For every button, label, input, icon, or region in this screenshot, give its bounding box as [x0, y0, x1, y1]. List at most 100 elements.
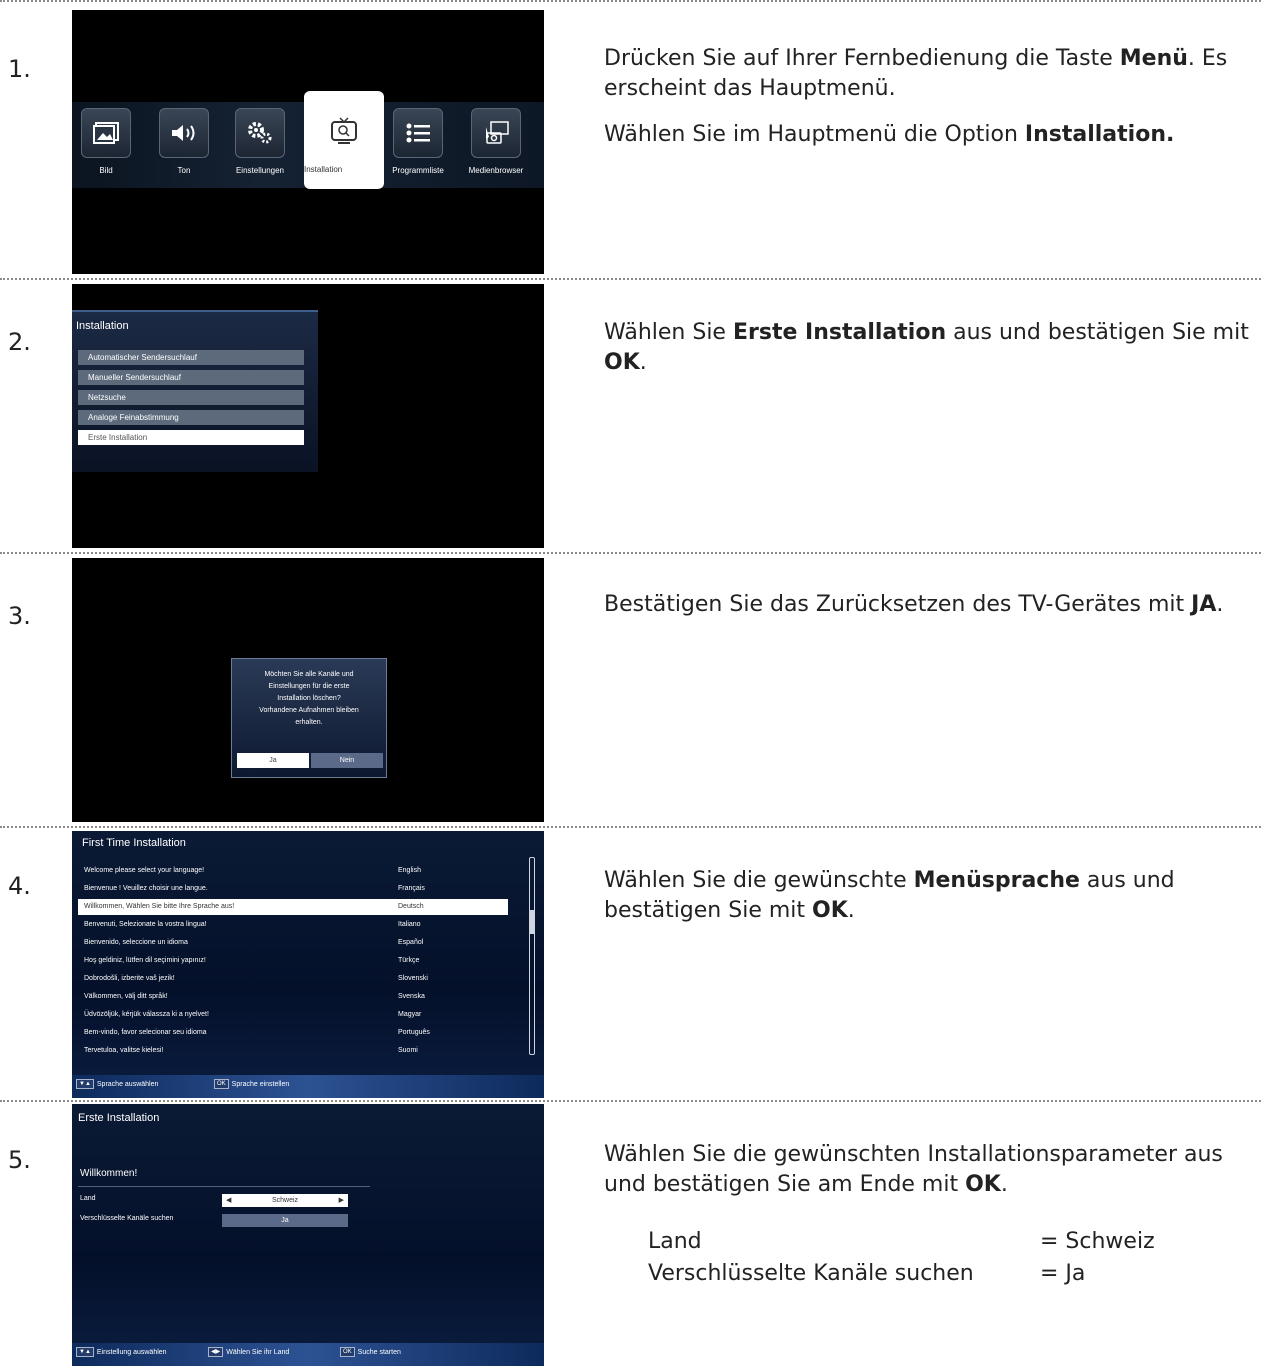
left-right-key-icon: ◀▶ — [208, 1347, 224, 1357]
step-number: 5. — [8, 1146, 31, 1174]
menu-item-ton: Ton — [156, 108, 212, 175]
language-greeting: Bienvenue ! Veuillez choisir une langue. — [84, 885, 208, 892]
language-name: English — [398, 867, 421, 874]
footer-label: Sprache auswählen — [96, 1080, 159, 1088]
footer-label: Wählen Sie ihr Land — [226, 1348, 290, 1356]
media-icon — [471, 108, 521, 158]
menu-label: Einstellungen — [235, 166, 285, 175]
installation-panel: Installation Automatischer Sendersuchlau… — [72, 310, 318, 472]
desc-paragraph: Drücken Sie auf Ihrer Fernbedienung die … — [604, 44, 1254, 104]
field-label: Land — [80, 1195, 96, 1202]
country-value: Schweiz — [271, 1197, 299, 1204]
desc-text: . — [1000, 1172, 1008, 1197]
up-down-key-icon: ▼▲ — [76, 1347, 94, 1357]
footer-label: Sprache einstellen — [231, 1080, 290, 1088]
arrow-left-icon: ◀ — [226, 1197, 232, 1204]
separator — [0, 278, 1261, 280]
tv-screenshot-main-menu: Bild Ton Einstellungen Installation Prog… — [72, 10, 544, 274]
step-number: 2. — [8, 328, 31, 356]
tv-search-icon — [320, 107, 368, 155]
language-greeting: Välkommen, välj ditt språk! — [84, 993, 168, 1000]
dialog-text: Möchten Sie alle Kanäle und Einstellunge… — [236, 669, 382, 729]
language-name: Suomi — [398, 1047, 418, 1054]
desc-text: Wählen Sie die gewünschten Installations… — [604, 1142, 1223, 1197]
desc-bold: JA — [1191, 592, 1217, 617]
desc-paragraph: Wählen Sie die gewünschten Installations… — [604, 1140, 1254, 1200]
language-row: Dobrodošli, izberite vaš jezik! Slovenski — [78, 971, 508, 987]
desc-bold: OK — [604, 350, 640, 375]
language-greeting: Bem-vindo, favor selecionar seu idioma — [84, 1029, 207, 1036]
language-name: Svenska — [398, 993, 425, 1000]
menu-label: Bild — [99, 166, 113, 175]
menu-label: Ton — [177, 166, 191, 175]
ok-key-icon: OK — [340, 1347, 355, 1357]
language-greeting: Üdvözöljük, kérjük válassza ki a nyelvet… — [84, 1011, 209, 1018]
footer-hint: ▼▲ Sprache auswählen — [76, 1079, 158, 1089]
desc-text: aus und bestätigen Sie mit — [946, 320, 1249, 345]
param-name: Land — [648, 1229, 702, 1254]
panel-title: Installation — [76, 320, 129, 332]
desc-paragraph: Wählen Sie die gewünschte Menüsprache au… — [604, 866, 1254, 926]
encrypted-channels-value: Ja — [222, 1214, 348, 1227]
desc-text: . — [1216, 592, 1224, 617]
menu-label: Installation — [304, 165, 343, 174]
desc-bold: Installation. — [1024, 122, 1175, 147]
language-greeting: Dobrodošli, izberite vaš jezik! — [84, 975, 175, 982]
menu-item-medienbrowser: Medienbrowser — [468, 108, 524, 175]
menu-item-installation-selected: Installation — [304, 91, 384, 189]
desc-text: Drücken Sie auf Ihrer Fernbedienung die … — [604, 46, 1120, 71]
desc-paragraph: Wählen Sie im Hauptmenü die Option Insta… — [604, 120, 1254, 150]
language-name: Magyar — [398, 1011, 422, 1018]
footer-label: Einstellung auswählen — [96, 1348, 167, 1356]
screen-title: First Time Installation — [82, 837, 186, 849]
footer-hint: ▼▲ Einstellung auswählen — [76, 1347, 167, 1357]
step-description: Drücken Sie auf Ihrer Fernbedienung die … — [604, 44, 1254, 166]
footer-hint: OK Suche starten — [340, 1347, 401, 1357]
language-greeting: Benvenuti, Selezionate la vostra lingua! — [84, 921, 207, 928]
step-number: 1. — [8, 55, 31, 83]
language-name: Deutsch — [398, 903, 424, 910]
dialog-line: Vorhandene Aufnahmen bleiben — [259, 707, 359, 714]
step-description: Bestätigen Sie das Zurücksetzen des TV-G… — [604, 590, 1261, 636]
step-number: 3. — [8, 602, 31, 630]
separator — [0, 1100, 1261, 1102]
language-row: Hoş geldiniz, lütfen dil seçimini yapını… — [78, 953, 508, 969]
dialog-no-button: Nein — [311, 753, 383, 768]
desc-bold: OK — [812, 898, 848, 923]
dialog-line: Möchten Sie alle Kanäle und — [264, 671, 354, 678]
menu-item-bild: Bild — [78, 108, 134, 175]
tv-screenshot-language-select: First Time Installation Welcome please s… — [72, 831, 544, 1098]
step-number: 4. — [8, 872, 31, 900]
language-row: Tervetuloa, valitse kielesi! Suomi — [78, 1043, 508, 1059]
desc-text: Wählen Sie im Hauptmenü die Option — [604, 122, 1025, 147]
param-name: Verschlüsselte Kanäle suchen — [648, 1261, 974, 1286]
step-description: Wählen Sie Erste Installation aus und be… — [604, 318, 1254, 394]
language-greeting: Willkommen, Wählen Sie bitte Ihre Sprach… — [84, 903, 235, 910]
language-row: Üdvözöljük, kérjük válassza ki a nyelvet… — [78, 1007, 508, 1023]
language-row: Bienvenue ! Veuillez choisir une langue.… — [78, 881, 508, 897]
step-description: Wählen Sie die gewünschte Menüsprache au… — [604, 866, 1254, 942]
language-name: Slovenski — [398, 975, 428, 982]
separator — [0, 826, 1261, 828]
scrollbar-thumb — [530, 910, 534, 934]
arrow-right-icon: ▶ — [338, 1197, 344, 1204]
list-icon — [393, 108, 443, 158]
menu-option-selected: Erste Installation — [78, 430, 304, 445]
language-greeting: Welcome please select your language! — [84, 867, 205, 874]
desc-bold: OK — [965, 1172, 1001, 1197]
desc-text: Bestätigen Sie das Zurücksetzen des TV-G… — [604, 592, 1192, 617]
ok-key-icon: OK — [214, 1079, 229, 1089]
language-name: Türkçe — [398, 957, 420, 964]
desc-text: Wählen Sie die gewünschte — [604, 868, 914, 893]
dialog-line: erhalten. — [295, 719, 323, 726]
divider — [78, 1186, 370, 1187]
menu-option: Netzsuche — [78, 390, 304, 405]
desc-bold: Erste Installation — [732, 320, 947, 345]
up-down-key-icon: ▼▲ — [76, 1079, 94, 1089]
country-selector: ◀ Schweiz ▶ — [222, 1194, 348, 1207]
language-row: Välkommen, välj ditt språk! Svenska — [78, 989, 508, 1005]
welcome-heading: Willkommen! — [80, 1168, 138, 1179]
tv-screenshot-reset-dialog: Möchten Sie alle Kanäle und Einstellunge… — [72, 558, 544, 822]
desc-text: Wählen Sie — [604, 320, 733, 345]
dialog-yes-button: Ja — [237, 753, 309, 768]
